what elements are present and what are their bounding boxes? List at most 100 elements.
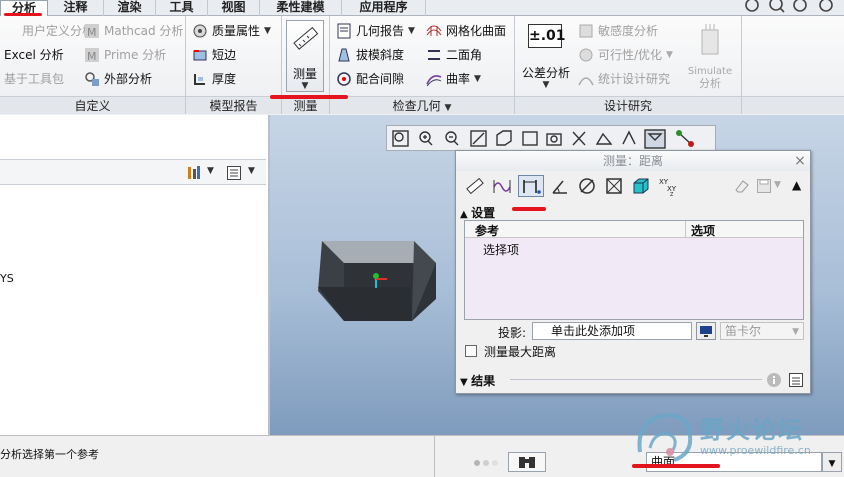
sensitivity-analysis-button[interactable]: 敏感度分析 (578, 20, 658, 42)
column-divider (685, 221, 686, 238)
mesh-surface-button[interactable]: 网格化曲面 (426, 20, 506, 42)
label: 几何报告 (356, 24, 405, 38)
excel-analysis-button[interactable]: Excel 分析 (4, 44, 64, 66)
selection-filter-select[interactable]: 曲面 (646, 452, 822, 472)
monitor-icon[interactable] (696, 322, 716, 340)
short-edge-button[interactable]: 短边 (192, 44, 236, 66)
distance-tool[interactable] (518, 175, 544, 197)
dialog-title: 测量：距离 (456, 151, 810, 171)
angle-tool[interactable] (549, 175, 571, 197)
svg-text:M: M (87, 50, 97, 63)
column-header-reference: 参考 (475, 224, 500, 238)
tab-applications[interactable]: 应用程序 (342, 0, 426, 16)
show-list-icon[interactable] (226, 165, 242, 181)
tab-annotate[interactable]: 注释 (48, 0, 104, 16)
eraser-icon[interactable] (734, 178, 750, 194)
mass-properties-button[interactable]: 质量属性 ▼ (192, 20, 271, 42)
curvature-button[interactable]: 曲率 ▼ (426, 68, 481, 90)
mathcad-icon: M (85, 24, 99, 39)
table-row[interactable]: 选择项 (483, 241, 519, 258)
angle-icon (552, 180, 567, 194)
thickness-button[interactable]: 厚度 (192, 68, 236, 90)
area-tool[interactable] (603, 175, 625, 197)
label: 拔模斜度 (356, 48, 405, 62)
draft-icon (338, 48, 350, 62)
dihedral-angle-button[interactable]: 二面角 (426, 44, 482, 66)
results-divider (510, 379, 762, 380)
draft-button[interactable]: 拔模斜度 (336, 44, 404, 66)
info-icon[interactable] (766, 372, 782, 388)
coordinate-system-select[interactable]: 笛卡尔 ▼ (720, 322, 804, 340)
label: 检查几何 (392, 99, 441, 113)
dropdown-arrow-icon[interactable]: ▼ (248, 166, 255, 176)
distance-icon (523, 180, 541, 194)
tab-view[interactable]: 视图 (208, 0, 260, 16)
window-icons (736, 0, 836, 16)
volume-tool[interactable] (630, 175, 652, 197)
projection-input[interactable]: 单击此处添加项 (532, 322, 692, 340)
close-icon[interactable]: × (792, 152, 808, 170)
highlight-mark-measure (270, 95, 348, 99)
tab-render[interactable]: 渲染 (104, 0, 156, 16)
geometry-report-icon (337, 23, 351, 39)
clearance-button[interactable]: 配合间隙 (336, 68, 404, 90)
collapse-up-icon[interactable]: ▲ (792, 178, 801, 192)
expand-icon: ▼ (460, 377, 472, 388)
model-tree-panel: ▼ ▼ YS (0, 115, 270, 435)
user-defined-analysis-button[interactable]: 用户定义分析 (2, 20, 94, 42)
length-tool[interactable] (464, 175, 486, 197)
save-icon[interactable] (756, 178, 772, 194)
ruler-icon (293, 26, 319, 50)
dropdown-arrow-icon[interactable]: ▼ (207, 166, 214, 176)
measure-button[interactable]: 测量 ▼ (286, 20, 324, 92)
dropdown-arrow-icon[interactable]: ▼ (822, 452, 842, 472)
external-analysis-button[interactable]: 外部分析 (84, 68, 152, 90)
settings-section-header[interactable]: ▲ 设置 (460, 204, 495, 221)
diameter-icon (579, 178, 595, 194)
tolerance-icon: ±.01 (528, 24, 566, 48)
curve-length-tool[interactable] (491, 175, 513, 197)
thickness-icon (194, 74, 205, 85)
label: 网格化曲面 (446, 24, 507, 38)
tab-tools[interactable]: 工具 (156, 0, 208, 16)
curve-length-icon (493, 180, 511, 193)
csys-icon (373, 273, 387, 288)
tab-flexible-modeling[interactable]: 柔性建模 (260, 0, 342, 16)
tree-settings-icon[interactable] (186, 165, 202, 181)
curvature-icon (426, 75, 442, 87)
transform-icon: XYXYZ (659, 178, 677, 196)
status-bar: 分析选择第一个参考 曲面 ▼ (0, 435, 844, 477)
dihedral-angle-icon (428, 50, 440, 60)
results-section-header[interactable]: ▼ 结果 (460, 372, 495, 389)
dropdown-arrow-icon[interactable]: ▼ (774, 180, 781, 190)
results-panel-icon[interactable] (788, 372, 804, 388)
toolkit-button[interactable]: 基于工具包 (4, 68, 64, 90)
prime-analysis-button[interactable]: M Prime 分析 (84, 44, 166, 66)
label: 配合间隙 (356, 72, 405, 86)
feasibility-optimization-button[interactable]: 可行性/优化 ▼ (578, 44, 673, 66)
help-icons[interactable] (736, 0, 836, 16)
svg-text:M: M (87, 26, 97, 39)
statistical-design-study-button[interactable]: 统计设计研究 (578, 68, 670, 90)
tolerance-analysis-button[interactable]: ±.01 公差分析 ▼ (520, 20, 572, 92)
mathcad-analysis-button[interactable]: M Mathcad 分析 (84, 20, 183, 42)
max-distance-checkbox[interactable] (465, 345, 477, 357)
transform-tool[interactable]: XY XY Z (657, 175, 679, 197)
view-toolbar-icons[interactable] (387, 126, 717, 152)
tree-item-fragment[interactable]: YS (0, 272, 14, 285)
tolerance-label: 公差分析 (521, 66, 570, 80)
diameter-tool[interactable] (576, 175, 598, 197)
label: Mathcad 分析 (104, 24, 184, 38)
area-icon (606, 178, 622, 194)
find-button[interactable] (508, 452, 546, 472)
prime-icon: M (85, 48, 99, 63)
user-analysis-icon (2, 23, 18, 39)
simulate-analysis-button[interactable]: Simulate 分析 (684, 20, 736, 92)
label: 敏感度分析 (598, 24, 659, 38)
mass-properties-icon (193, 24, 207, 38)
group-label-blank (742, 96, 844, 114)
geometry-report-button[interactable]: 几何报告 ▼ (336, 20, 415, 42)
label: 厚度 (212, 72, 237, 86)
dropdown-arrow-icon[interactable]: ▼ (444, 103, 451, 113)
label: 质量属性 (212, 24, 261, 38)
